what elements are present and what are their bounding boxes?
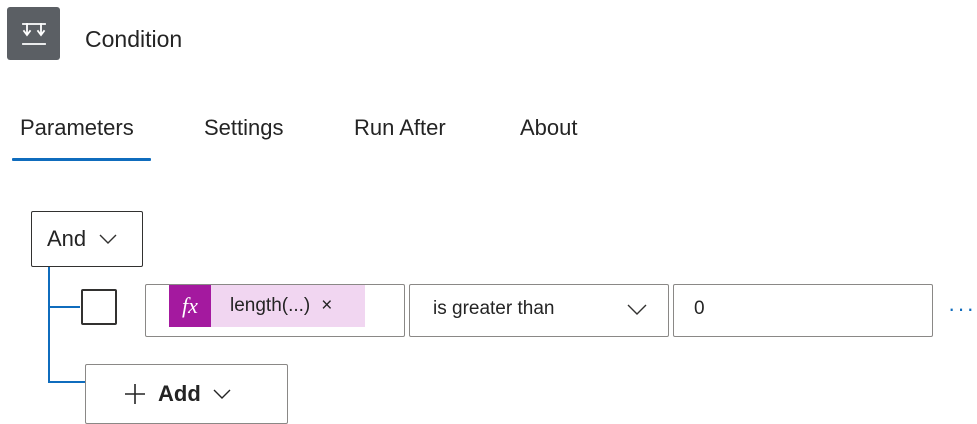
group-operator-label: And: [47, 226, 87, 251]
tree-connector-add: [48, 381, 85, 383]
tree-connector-vertical: [48, 267, 50, 383]
tree-connector-row: [48, 306, 80, 308]
right-operand-value: 0: [694, 298, 705, 319]
comparison-operator-label: is greater than: [433, 298, 555, 319]
comparison-operator-dropdown[interactable]: is greater than: [409, 284, 669, 337]
tab-parameters[interactable]: Parameters: [20, 114, 134, 142]
group-operator-dropdown[interactable]: And: [31, 211, 143, 267]
right-operand-field[interactable]: 0: [673, 284, 933, 337]
tab-run-after[interactable]: Run After: [354, 114, 446, 142]
expression-token[interactable]: fx length(...) ×: [169, 285, 365, 327]
tab-settings[interactable]: Settings: [204, 114, 284, 142]
add-button[interactable]: Add: [85, 364, 288, 424]
action-title: Condition: [85, 26, 183, 52]
condition-icon: [21, 22, 46, 45]
expression-token-label: length(...): [230, 295, 311, 316]
condition-action-icon: [7, 7, 60, 60]
chevron-down-icon: [627, 304, 647, 315]
plus-icon: [125, 384, 145, 404]
chevron-down-icon: [213, 389, 231, 399]
chevron-down-icon: [99, 234, 117, 244]
tab-about[interactable]: About: [520, 114, 578, 142]
selected-tab-indicator: [12, 158, 151, 161]
more-options-icon[interactable]: ···: [948, 296, 976, 322]
add-button-label: Add: [158, 381, 201, 406]
remove-token-icon[interactable]: ×: [321, 295, 332, 317]
row-checkbox[interactable]: [81, 289, 117, 325]
left-operand-field[interactable]: fx length(...) ×: [145, 284, 405, 337]
function-fx-icon: fx: [169, 285, 211, 327]
